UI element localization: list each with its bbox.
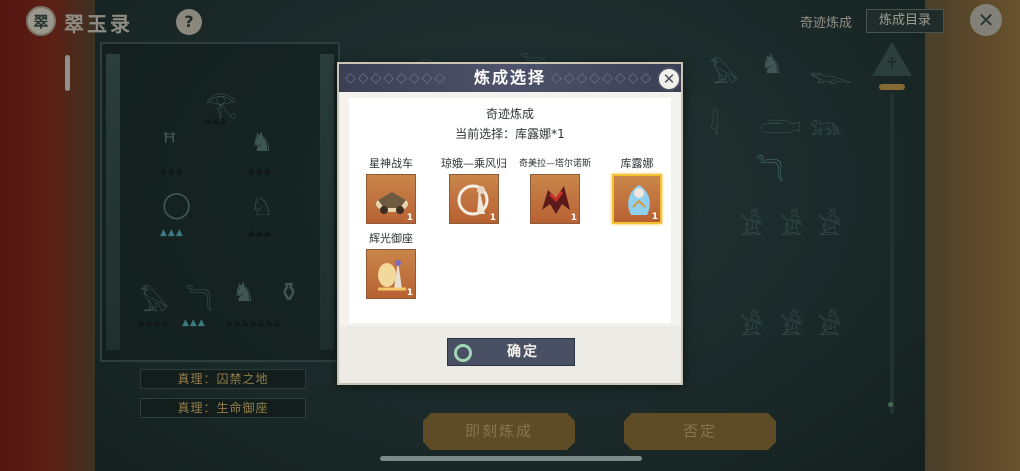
item-moon-maiden[interactable]: 琼娥—乘风归 1 bbox=[438, 156, 510, 224]
home-indicator[interactable] bbox=[380, 456, 642, 461]
item-card[interactable]: 1 bbox=[366, 249, 416, 299]
item-kuruna[interactable]: 库露娜 1 bbox=[601, 156, 673, 224]
dialog-footer: 确定 bbox=[339, 326, 681, 383]
item-name: 辉光御座 bbox=[369, 232, 413, 245]
item-chimera[interactable]: 奇美拉—塔尔诺斯 1 bbox=[519, 156, 591, 224]
item-name: 库露娜 bbox=[620, 157, 654, 170]
confirm-label: 确定 bbox=[507, 344, 539, 360]
item-card-selected[interactable]: 1 bbox=[612, 174, 662, 224]
dialog-body: 奇迹炼成 当前选择：库露娜*1 星神战车 1 琼娥—乘风归 1 奇美拉—塔尔诺斯… bbox=[349, 98, 671, 323]
item-radiant-throne[interactable]: 辉光御座 1 bbox=[355, 231, 427, 299]
item-quantity: 1 bbox=[406, 288, 413, 298]
dialog-close-icon[interactable]: ✕ bbox=[657, 67, 681, 91]
craft-selection-dialog: ◇◇◇◇◇◇◇◇ ◇◇◇◇◇◇◇◇ 炼成选择 ✕ 奇迹炼成 当前选择：库露娜*1… bbox=[337, 62, 683, 385]
current-selection-text: 当前选择：库露娜*1 bbox=[455, 127, 565, 141]
item-card[interactable]: 1 bbox=[449, 174, 499, 224]
confirm-ring-icon bbox=[454, 344, 472, 362]
item-star-chariot[interactable]: 星神战车 1 bbox=[355, 156, 427, 224]
item-quantity: 1 bbox=[570, 213, 577, 223]
dialog-title: 炼成选择 bbox=[473, 68, 546, 87]
item-name: 奇美拉—塔尔诺斯 bbox=[519, 159, 592, 169]
dialog-header: ◇◇◇◇◇◇◇◇ ◇◇◇◇◇◇◇◇ 炼成选择 ✕ bbox=[339, 64, 681, 92]
item-name: 星神战车 bbox=[369, 157, 413, 170]
confirm-button[interactable]: 确定 bbox=[447, 338, 575, 366]
item-name: 琼娥—乘风归 bbox=[441, 157, 507, 170]
item-quantity: 1 bbox=[406, 213, 413, 223]
dialog-subtitle: 奇迹炼成 bbox=[485, 107, 534, 121]
item-card[interactable]: 1 bbox=[530, 174, 580, 224]
item-quantity: 1 bbox=[489, 213, 496, 223]
item-quantity: 1 bbox=[651, 212, 658, 222]
item-card[interactable]: 1 bbox=[366, 174, 416, 224]
